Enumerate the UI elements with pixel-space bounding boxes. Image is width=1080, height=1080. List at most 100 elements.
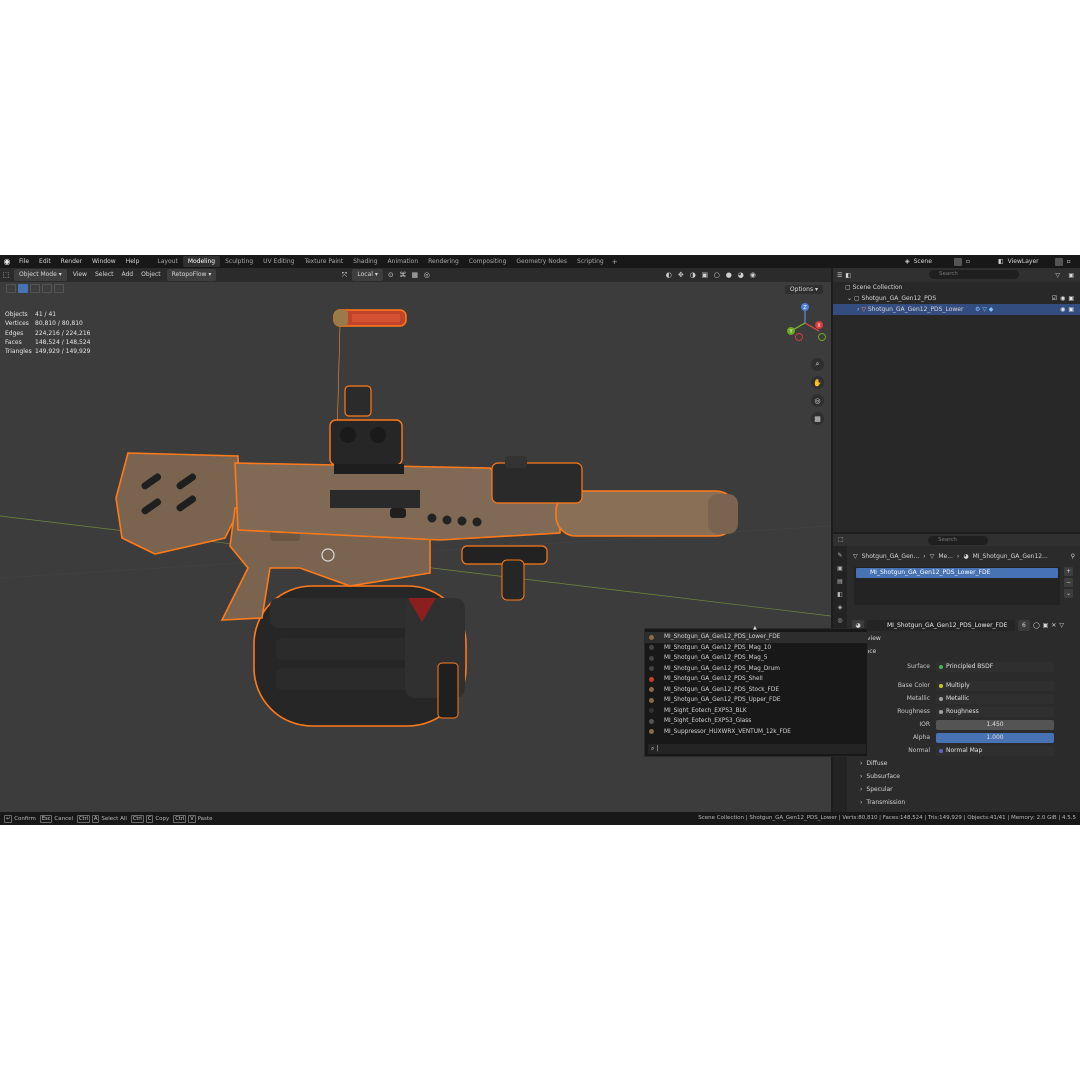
- suppressor-model[interactable]: [555, 490, 738, 537]
- dropdown-item[interactable]: MI_Shotgun_GA_Gen12_PDS_Stock_FDE: [645, 685, 867, 696]
- snap-target-icon[interactable]: ▦: [410, 270, 420, 280]
- normal-field[interactable]: Normal Map: [936, 745, 1054, 756]
- outliner-editor-icon[interactable]: ☰: [837, 272, 842, 279]
- shading-rendered-icon[interactable]: ◉: [748, 270, 758, 280]
- zoom-icon[interactable]: ⌕: [811, 358, 824, 371]
- navigation-gizmo[interactable]: Z X Y: [785, 301, 827, 343]
- tab-compositing[interactable]: Compositing: [464, 256, 512, 267]
- scroll-up-icon[interactable]: ▲: [753, 625, 757, 631]
- add-menu[interactable]: Add: [117, 269, 137, 281]
- eye-icon[interactable]: ◉: [1060, 306, 1065, 313]
- menu-file[interactable]: File: [14, 255, 34, 268]
- tab-uv-editing[interactable]: UV Editing: [258, 256, 299, 267]
- tab-tool-icon[interactable]: ✎: [835, 550, 845, 560]
- camera-view-icon[interactable]: ◎: [811, 394, 824, 407]
- view-layer-selector[interactable]: ◧ ViewLayer ▫: [998, 256, 1080, 267]
- pivot-icon[interactable]: ⊙: [386, 270, 396, 280]
- filter-icon[interactable]: ▽: [1055, 272, 1060, 279]
- pan-hand-icon[interactable]: ✋: [811, 376, 824, 389]
- metallic-field[interactable]: Metallic: [936, 693, 1054, 704]
- tab-output-icon[interactable]: ▤: [835, 576, 845, 586]
- holo-sight-model[interactable]: [329, 385, 404, 474]
- tab-scripting[interactable]: Scripting: [572, 256, 609, 267]
- visibility-icon[interactable]: ◐: [664, 270, 674, 280]
- select-subtract-button[interactable]: [42, 284, 52, 293]
- dropdown-item[interactable]: MI_Shotgun_GA_Gen12_PDS_Shell: [645, 674, 867, 685]
- ior-field[interactable]: 1.450: [936, 719, 1054, 730]
- dropdown-item[interactable]: MI_Shotgun_GA_Gen12_PDS_Lower_FDE: [645, 632, 867, 643]
- select-new-button[interactable]: [18, 284, 28, 293]
- snap-icon[interactable]: ⌘: [398, 270, 408, 280]
- duplicate-material-icon[interactable]: ▣: [1043, 622, 1049, 629]
- tab-render-icon[interactable]: ▣: [835, 563, 845, 573]
- shading-material-icon[interactable]: ◕: [736, 270, 746, 280]
- eye-icon[interactable]: ◉: [1060, 295, 1065, 302]
- select-extend-button[interactable]: [30, 284, 40, 293]
- drum-magazine-model[interactable]: [253, 585, 467, 727]
- tab-animation[interactable]: Animation: [383, 256, 424, 267]
- shell-model[interactable]: [333, 309, 407, 439]
- dropdown-item[interactable]: MI_Shotgun_GA_Gen12_PDS_Mag_5: [645, 653, 867, 664]
- new-collection-icon[interactable]: ▣: [1068, 272, 1074, 279]
- close-scene-icon[interactable]: ▫: [966, 258, 970, 265]
- shading-wireframe-icon[interactable]: ○: [712, 270, 722, 280]
- material-filter-icon[interactable]: ▽: [1059, 622, 1064, 629]
- breadcrumb-material[interactable]: MI_Shotgun_GA_Gen12...: [973, 553, 1048, 560]
- tab-world-icon[interactable]: ◎: [835, 615, 845, 625]
- properties-editor-icon[interactable]: ⬚: [838, 536, 844, 543]
- add-slot-button[interactable]: +: [1064, 567, 1073, 576]
- subpanel-transmission[interactable]: › Transmission: [860, 799, 905, 806]
- remove-slot-button[interactable]: −: [1064, 578, 1073, 587]
- alpha-field[interactable]: 1.000: [936, 732, 1054, 743]
- stock-model[interactable]: [115, 452, 241, 555]
- tab-view-layer-icon[interactable]: ◧: [835, 589, 845, 599]
- dropdown-search-input[interactable]: ⌕ |: [648, 744, 866, 754]
- tab-scene-icon[interactable]: ◈: [835, 602, 845, 612]
- slot-menu-chevron-icon[interactable]: ⌄: [1064, 589, 1073, 598]
- menu-edit[interactable]: Edit: [34, 255, 56, 268]
- select-menu[interactable]: Select: [91, 269, 118, 281]
- dropdown-item[interactable]: MI_Shotgun_GA_Gen12_PDS_Mag_10: [645, 643, 867, 654]
- shading-solid-icon[interactable]: ●: [724, 270, 734, 280]
- material-browse-dropdown[interactable]: ▲ MI_Shotgun_GA_Gen12_PDS_Lower_FDE MI_S…: [644, 625, 868, 757]
- object-menu[interactable]: Object: [137, 269, 165, 281]
- xray-toggle-icon[interactable]: ▣: [700, 270, 710, 280]
- material-users-count[interactable]: 6: [1017, 619, 1030, 631]
- add-workspace-button[interactable]: +: [609, 258, 621, 266]
- outliner-row-collection[interactable]: ⌄ ▢ Shotgun_GA_Gen12_PDS ☑ ◉ ▣: [833, 293, 1080, 304]
- tab-shading[interactable]: Shading: [348, 256, 382, 267]
- overlay-toggle-icon[interactable]: ◑: [688, 270, 698, 280]
- copy-scene-icon[interactable]: [953, 257, 962, 266]
- breadcrumb-object[interactable]: Shotgun_GA_Gen...: [862, 553, 920, 560]
- modifier-icon[interactable]: ⚙ ▽ ◆: [975, 306, 993, 313]
- menu-help[interactable]: Help: [121, 255, 145, 268]
- surface-field[interactable]: Principled BSDF: [936, 661, 1054, 672]
- blender-logo-icon[interactable]: ◉: [0, 255, 14, 268]
- material-name-field[interactable]: MI_Shotgun_GA_Gen12_PDS_Lower_FDE: [867, 619, 1015, 631]
- subpanel-specular[interactable]: › Specular: [860, 786, 893, 793]
- outliner-search-input[interactable]: Search: [929, 270, 1019, 279]
- dropdown-item[interactable]: MI_Sight_Eotech_EXPS3_BLK: [645, 706, 867, 717]
- mode-dropdown[interactable]: Object Mode ▾: [14, 269, 67, 281]
- options-button[interactable]: Options ▾: [784, 285, 823, 294]
- menu-render[interactable]: Render: [56, 255, 87, 268]
- subpanel-diffuse[interactable]: › Diffuse: [860, 760, 887, 767]
- roughness-field[interactable]: Roughness: [936, 706, 1054, 717]
- scene-selector[interactable]: ◈ Scene ▫: [905, 256, 985, 267]
- dropdown-item[interactable]: MI_Shotgun_GA_Gen12_PDS_Mag_Drum: [645, 664, 867, 675]
- close-view-layer-icon[interactable]: ▫: [1067, 258, 1071, 265]
- camera-icon[interactable]: ▣: [1068, 295, 1074, 302]
- unlink-material-icon[interactable]: ✕: [1051, 622, 1056, 629]
- retopoflow-dropdown[interactable]: RetopoFlow ▾: [166, 269, 217, 281]
- checkbox-icon[interactable]: ☑: [1052, 295, 1057, 302]
- camera-icon[interactable]: ▣: [1068, 306, 1074, 313]
- outliner-row-object[interactable]: › ▽ Shotgun_GA_Gen12_PDS_Lower ⚙ ▽ ◆ ◉ ▣: [833, 304, 1080, 315]
- proportional-edit-icon[interactable]: ◎: [422, 270, 432, 280]
- tab-texture-paint[interactable]: Texture Paint: [299, 256, 348, 267]
- dropdown-item[interactable]: MI_Shotgun_GA_Gen12_PDS_Upper_FDE: [645, 695, 867, 706]
- select-tool-button[interactable]: [6, 284, 16, 293]
- dropdown-item[interactable]: MI_Sight_Eotech_EXPS3_Glass: [645, 716, 867, 727]
- tab-layout[interactable]: Layout: [152, 256, 182, 267]
- editor-type-icon[interactable]: ⬚: [1, 270, 11, 280]
- properties-search-input[interactable]: Search: [928, 536, 988, 545]
